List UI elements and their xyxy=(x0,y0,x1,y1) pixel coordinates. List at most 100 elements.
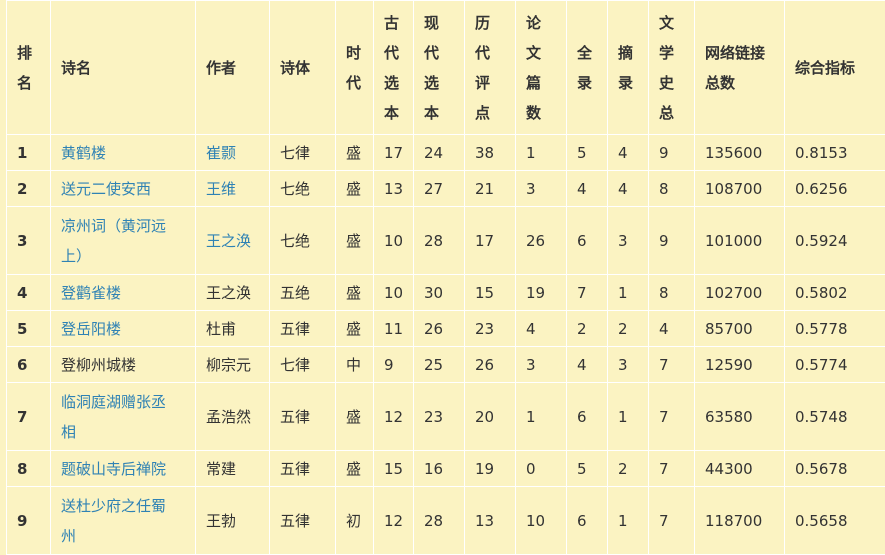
author-text: 王之涣 xyxy=(206,284,251,302)
cell-modern: 24 xyxy=(414,135,465,171)
cell-author[interactable]: 王维 xyxy=(196,171,270,207)
cell-ancient: 9 xyxy=(374,347,414,383)
cell-title[interactable]: 题破山寺后禅院 xyxy=(51,451,196,487)
column-header-comments: 历代评点 xyxy=(465,1,516,135)
cell-modern: 26 xyxy=(414,311,465,347)
cell-era: 盛 xyxy=(336,135,374,171)
author-link[interactable]: 王维 xyxy=(206,180,236,198)
cell-ancient: 10 xyxy=(374,275,414,311)
cell-title[interactable]: 送杜少府之任蜀州 xyxy=(51,487,196,555)
column-header-text: 选 xyxy=(384,68,413,98)
cell-zhailu: 4 xyxy=(608,135,649,171)
cell-modern: 30 xyxy=(414,275,465,311)
column-header-index: 综合指标 xyxy=(785,1,885,135)
table-row: 3凉州词（黄河远上）王之涣七绝盛102817266391010000.5924 xyxy=(7,207,885,275)
poem-title-link[interactable]: 上） xyxy=(61,241,195,271)
cell-lithist: 7 xyxy=(649,383,695,451)
cell-quanlu: 6 xyxy=(567,207,608,275)
cell-form: 五律 xyxy=(270,451,336,487)
column-header-text: 总 xyxy=(659,98,694,128)
cell-papers: 1 xyxy=(516,135,567,171)
cell-index: 0.5802 xyxy=(785,275,885,311)
poem-title-link[interactable]: 临洞庭湖赠张丞 xyxy=(61,387,195,417)
cell-zhailu: 3 xyxy=(608,207,649,275)
column-header-text: 名 xyxy=(17,68,50,98)
cell-era: 盛 xyxy=(336,451,374,487)
poem-title-link[interactable]: 题破山寺后禅院 xyxy=(61,454,195,484)
cell-author[interactable]: 崔颢 xyxy=(196,135,270,171)
cell-index: 0.5778 xyxy=(785,311,885,347)
cell-papers: 4 xyxy=(516,311,567,347)
cell-papers: 3 xyxy=(516,347,567,383)
cell-era: 盛 xyxy=(336,207,374,275)
cell-index: 0.6256 xyxy=(785,171,885,207)
cell-rank: 1 xyxy=(7,135,51,171)
cell-lithist: 4 xyxy=(649,311,695,347)
poem-title-link[interactable]: 送杜少府之任蜀 xyxy=(61,491,195,521)
cell-quanlu: 7 xyxy=(567,275,608,311)
cell-title[interactable]: 临洞庭湖赠张丞相 xyxy=(51,383,196,451)
cell-links: 63580 xyxy=(695,383,785,451)
poem-title-link[interactable]: 登鹳雀楼 xyxy=(61,278,195,308)
column-header-text: 现 xyxy=(424,8,464,38)
cell-zhailu: 2 xyxy=(608,311,649,347)
column-header-text: 网络链接 xyxy=(705,38,784,68)
cell-ancient: 12 xyxy=(374,383,414,451)
cell-index: 0.5678 xyxy=(785,451,885,487)
cell-rank: 5 xyxy=(7,311,51,347)
column-header-text: 作者 xyxy=(206,59,236,77)
column-header-text: 本 xyxy=(424,98,464,128)
column-header-text: 综合指标 xyxy=(795,59,855,77)
poem-title-link[interactable]: 黄鹤楼 xyxy=(61,138,195,168)
cell-zhailu: 2 xyxy=(608,451,649,487)
cell-ancient: 11 xyxy=(374,311,414,347)
cell-author: 王勃 xyxy=(196,487,270,555)
cell-papers: 26 xyxy=(516,207,567,275)
poem-title-link[interactable]: 相 xyxy=(61,417,195,447)
column-header-text: 论 xyxy=(526,8,566,38)
cell-title[interactable]: 送元二使安西 xyxy=(51,171,196,207)
cell-modern: 25 xyxy=(414,347,465,383)
poem-title-link[interactable]: 送元二使安西 xyxy=(61,174,195,204)
table-row: 1黄鹤楼崔颢七律盛17243815491356000.8153 xyxy=(7,135,885,171)
cell-era: 中 xyxy=(336,347,374,383)
author-link[interactable]: 崔颢 xyxy=(206,144,236,162)
column-header-ancient: 古代选本 xyxy=(374,1,414,135)
cell-modern: 16 xyxy=(414,451,465,487)
cell-papers: 1 xyxy=(516,383,567,451)
cell-lithist: 9 xyxy=(649,207,695,275)
table-header-row: 排名诗名作者诗体时代古代选本现代选本历代评点论文篇数全录摘录文学史总网络链接总数… xyxy=(7,1,885,135)
cell-form: 七绝 xyxy=(270,207,336,275)
column-header-text: 代 xyxy=(346,68,373,98)
cell-title[interactable]: 登鹳雀楼 xyxy=(51,275,196,311)
author-text: 孟浩然 xyxy=(206,408,251,426)
poem-title-link[interactable]: 凉州词（黄河远 xyxy=(61,211,195,241)
cell-era: 初 xyxy=(336,487,374,555)
column-header-text: 古 xyxy=(384,8,413,38)
cell-era: 盛 xyxy=(336,383,374,451)
cell-title[interactable]: 登岳阳楼 xyxy=(51,311,196,347)
cell-index: 0.5924 xyxy=(785,207,885,275)
cell-links: 102700 xyxy=(695,275,785,311)
column-header-text: 诗名 xyxy=(61,59,91,77)
cell-title[interactable]: 黄鹤楼 xyxy=(51,135,196,171)
column-header-links: 网络链接总数 xyxy=(695,1,785,135)
table-row: 4登鹳雀楼王之涣五绝盛103015197181027000.5802 xyxy=(7,275,885,311)
cell-quanlu: 6 xyxy=(567,383,608,451)
cell-lithist: 7 xyxy=(649,487,695,555)
cell-title[interactable]: 凉州词（黄河远上） xyxy=(51,207,196,275)
column-header-text: 录 xyxy=(577,68,607,98)
cell-links: 12590 xyxy=(695,347,785,383)
author-link[interactable]: 王之涣 xyxy=(206,232,251,250)
cell-comments: 38 xyxy=(465,135,516,171)
cell-author[interactable]: 王之涣 xyxy=(196,207,270,275)
cell-links: 108700 xyxy=(695,171,785,207)
cell-ancient: 13 xyxy=(374,171,414,207)
column-header-text: 本 xyxy=(384,98,413,128)
column-header-text: 选 xyxy=(424,68,464,98)
poem-title-link[interactable]: 登岳阳楼 xyxy=(61,314,195,344)
cell-comments: 13 xyxy=(465,487,516,555)
poem-title-link[interactable]: 州 xyxy=(61,521,195,551)
table-row: 9送杜少府之任蜀州王勃五律初122813106171187000.5658 xyxy=(7,487,885,555)
cell-rank: 2 xyxy=(7,171,51,207)
